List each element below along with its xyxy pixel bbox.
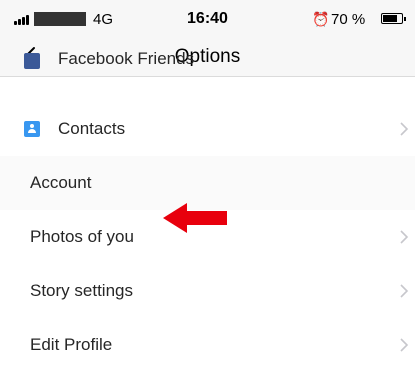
- status-bar: 4G 16:40 ⏰ 70 %: [0, 0, 415, 36]
- battery-percentage: 70 %: [331, 11, 366, 28]
- list-item-label: Edit Profile: [30, 335, 113, 354]
- chevron-right-icon: [400, 338, 409, 352]
- list-item-story-settings[interactable]: Story settings: [0, 264, 415, 318]
- chevron-right-icon: [400, 122, 409, 136]
- list-item-label: Story settings: [30, 281, 133, 300]
- list-item-label: Contacts: [58, 119, 126, 138]
- facebook-icon: [24, 53, 40, 69]
- battery-icon: [381, 13, 406, 24]
- list-item-edit-profile[interactable]: Edit Profile: [0, 318, 415, 372]
- list-item-label: Facebook Friends: [58, 49, 195, 68]
- list-item-label: Photos of you: [30, 227, 134, 246]
- chevron-right-icon: [400, 284, 409, 298]
- list-item-facebook-friends[interactable]: Facebook Friends: [0, 49, 415, 79]
- contacts-icon: [24, 121, 40, 137]
- list-item-contacts[interactable]: Contacts: [0, 102, 415, 156]
- alarm-icon: ⏰: [312, 11, 330, 27]
- section-header-label: Account: [30, 173, 92, 192]
- chevron-right-icon: [400, 230, 409, 244]
- red-arrow-annotation: [163, 203, 227, 233]
